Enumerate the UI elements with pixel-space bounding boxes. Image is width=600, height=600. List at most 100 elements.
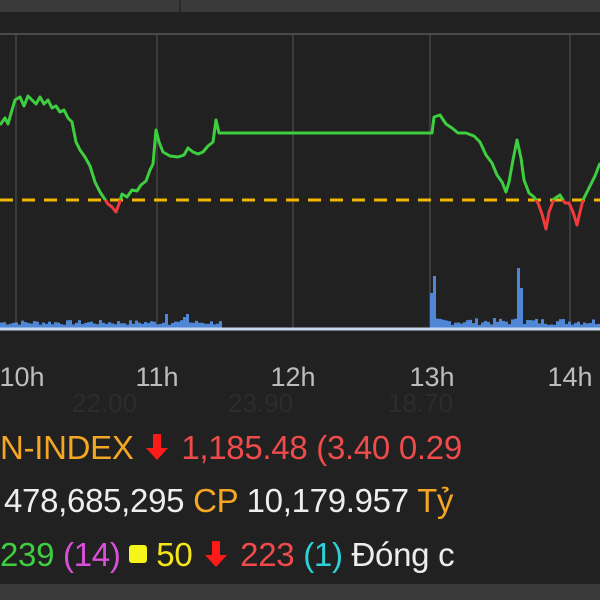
volume-bar [445,320,448,328]
arrow-down-icon [205,541,228,567]
volume-bar [436,318,439,328]
volume-bar [165,314,168,328]
volume-bar [550,324,553,328]
volume-bar [562,319,565,328]
volume-bar [213,324,216,328]
volume-bar [39,324,42,328]
intraday-chart [0,33,600,331]
volume-bar [192,322,195,328]
x-tick-14h: 14h [547,362,593,392]
volume-bar [484,320,487,328]
volume-bar [57,322,60,328]
volume-bar [538,323,541,328]
volume-bar [18,324,21,328]
volume-bar [12,322,15,328]
unchanged-square-icon [129,545,148,563]
volume-bar [66,320,69,328]
volume-bar [544,323,547,328]
decliners-count: 223 [240,536,295,573]
volume-bar [177,321,180,328]
volume-bar [45,323,48,328]
volume-bar [129,320,132,328]
volume-bar [21,320,24,328]
volume-bar [78,320,81,328]
index-change: (3.40 0.29 [316,429,462,466]
volume-shares-unit: CP [193,482,238,519]
volume-row: 478,685,295 CP 10,179.957 Tỷ [4,482,453,520]
volume-bar [42,322,45,328]
volume-bar [207,323,210,328]
volume-bar [481,322,484,328]
volume-bar [75,322,78,328]
volume-bar [580,324,583,328]
volume-bar [520,288,523,328]
volume-bar [33,321,36,328]
volume-bar [156,324,159,328]
price-line-up [0,94,600,200]
volume-value-unit: Tỷ [417,482,454,519]
volume-bar [87,322,90,328]
volume-bar [493,318,496,328]
volume-bar [592,319,595,328]
grid-lines [15,35,571,328]
volume-bar [114,324,117,328]
volume-bar [204,323,207,328]
volume-bar [469,319,472,328]
volume-bar [583,322,586,328]
volume-bar [84,322,87,328]
volume-bar [433,276,436,328]
volume-bar [463,322,466,328]
volume-bar [126,324,129,328]
volume-bar [153,321,156,328]
volume-bar [589,322,592,328]
volume-bar [117,321,120,328]
volume-bar [210,321,213,328]
volume-bar [108,322,111,328]
volume-bar [90,321,93,328]
volume-bar [460,323,463,328]
volume-bar [123,323,126,328]
volume-bar [132,323,135,328]
arrow-down-icon [146,434,169,460]
unchanged-count: 50 [156,536,193,573]
volume-bar [541,319,544,328]
volume-bar [171,322,174,328]
volume-bar [499,318,502,328]
volume-bar [442,319,445,328]
volume-bar [586,323,589,328]
volume-bar [60,324,63,328]
volume-bar [180,320,183,328]
volume-bar [135,320,138,328]
volume-bars [0,268,600,328]
ghost-value: 23.90 [228,388,294,418]
ceiling-count: (14) [63,536,121,573]
volume-bar [198,322,201,328]
volume-bar [105,323,108,328]
volume-bar [487,321,490,328]
volume-bar [3,322,6,328]
ghost-value: 22.00 [72,388,138,418]
volume-bar [195,320,198,328]
volume-bar [30,323,33,328]
volume-bar [120,323,123,328]
volume-bar [6,324,9,328]
volume-bar [532,320,535,328]
volume-bar [517,268,520,328]
volume-bar [565,323,568,328]
volume-bar [574,323,577,328]
volume-bar [529,320,532,328]
volume-bar [496,321,499,328]
volume-bar [150,321,153,328]
volume-bar [475,318,478,328]
floor-count: (1) [303,536,343,573]
volume-bar [535,318,538,328]
ghost-value: 18.70 [388,388,454,418]
volume-bar [472,323,475,328]
volume-bar [51,324,54,328]
volume-bar [138,322,141,328]
volume-bar [81,324,84,328]
volume-bar [93,323,96,328]
volume-bar [72,324,75,328]
volume-bar [102,322,105,328]
volume-bar [99,320,102,328]
